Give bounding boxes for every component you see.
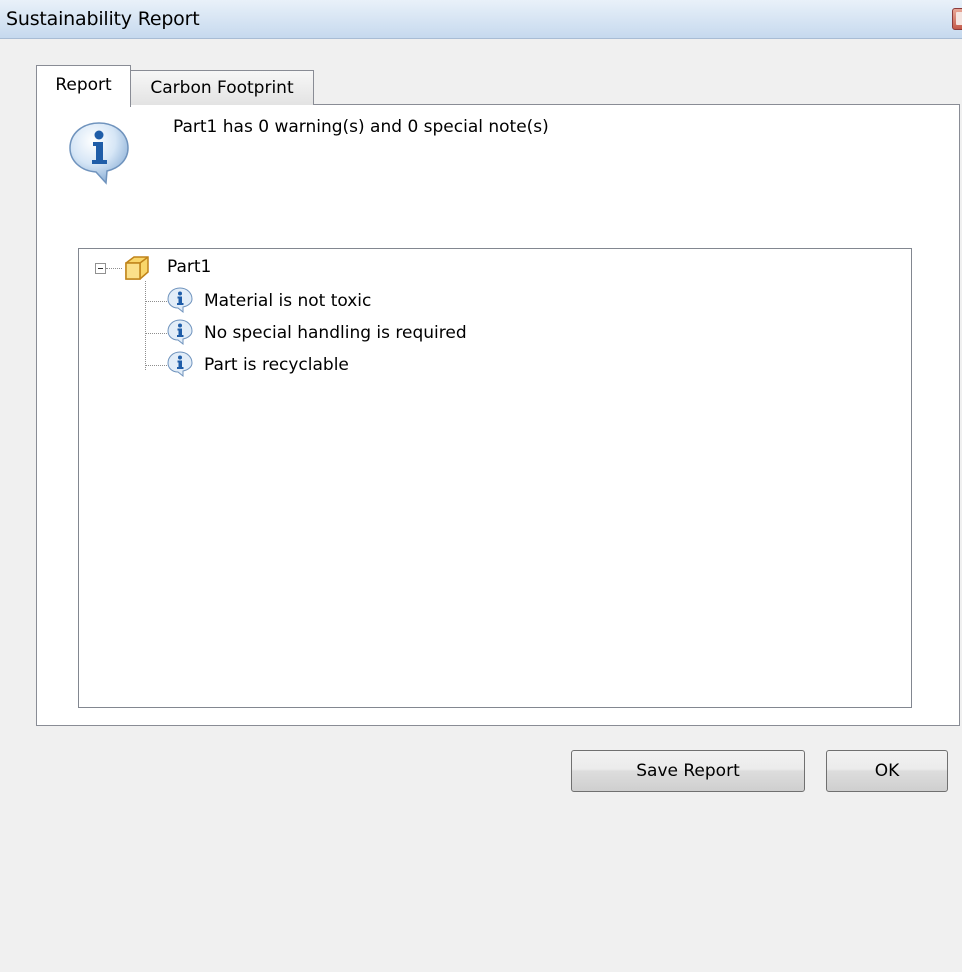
tree-item[interactable]: Part is recyclable (79, 349, 579, 381)
window-title: Sustainability Report (6, 8, 200, 30)
tree-node-label: Part1 (167, 257, 212, 277)
tree-item-label: No special handling is required (204, 323, 467, 343)
report-summary: Part1 has 0 warning(s) and 0 special not… (173, 117, 549, 137)
tree-item[interactable]: Material is not toxic (79, 285, 579, 317)
tree-item-label: Material is not toxic (204, 291, 372, 311)
tab-carbon-footprint[interactable]: Carbon Footprint (130, 70, 314, 105)
tree-item[interactable]: No special handling is required (79, 317, 579, 349)
close-icon[interactable] (952, 8, 962, 30)
tab-report[interactable]: Report (36, 65, 131, 107)
info-icon (167, 287, 193, 313)
tree-node-part[interactable]: Part1 (79, 249, 379, 285)
part-cube-icon (125, 256, 149, 280)
save-report-button[interactable]: Save Report (571, 750, 805, 792)
collapse-toggle-icon[interactable] (95, 263, 106, 274)
info-icon (167, 319, 193, 345)
info-icon (167, 351, 193, 377)
ok-button[interactable]: OK (826, 750, 948, 792)
info-icon (69, 122, 129, 185)
report-tree[interactable]: Part1 Material is not toxic No special h… (78, 248, 912, 708)
tree-item-label: Part is recyclable (204, 355, 349, 375)
title-bar: Sustainability Report (0, 0, 962, 39)
